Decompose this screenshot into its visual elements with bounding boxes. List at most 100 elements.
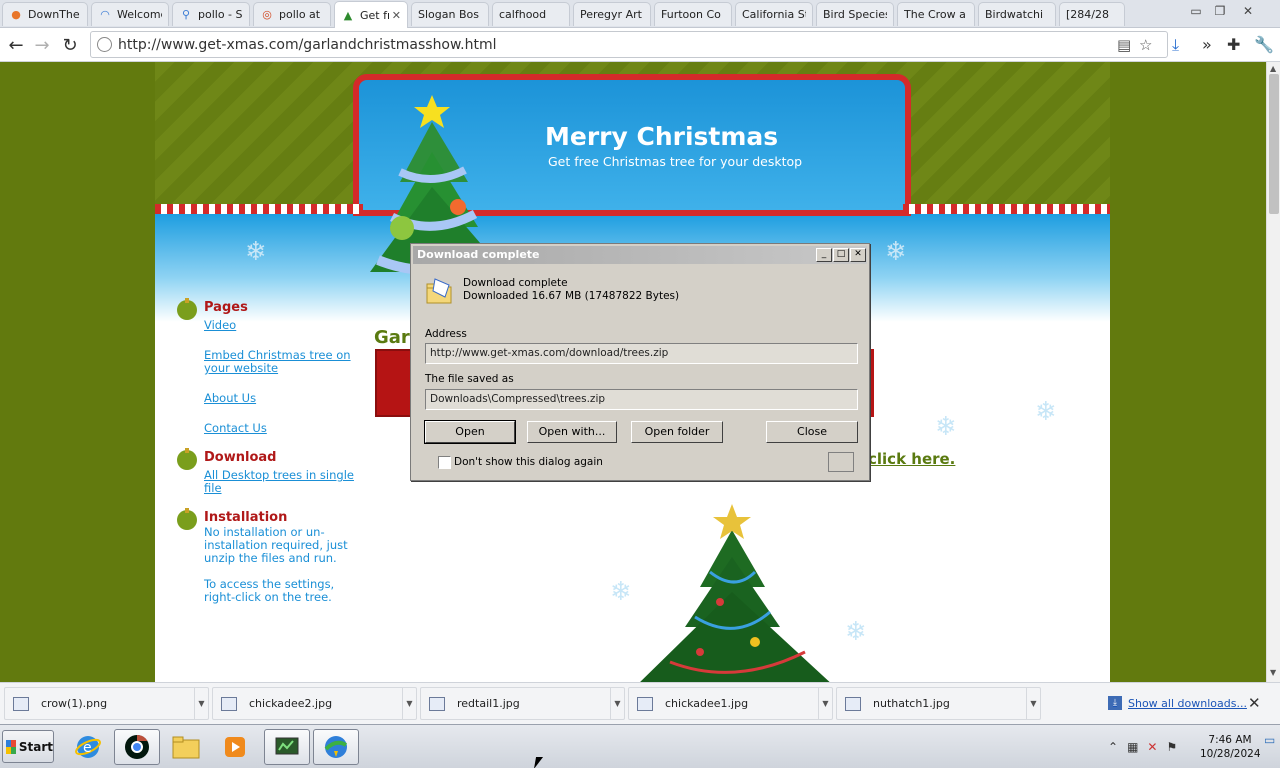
system-tray: ⌃ ▦ ✕ ⚑ xyxy=(1108,729,1186,765)
taskbar-app-monitor[interactable] xyxy=(264,729,310,765)
snowflake-icon: ❄ xyxy=(845,617,867,647)
chevron-down-icon[interactable]: ▼ xyxy=(818,688,832,719)
chevron-down-icon[interactable]: ▼ xyxy=(610,688,624,719)
installation-heading: Installation xyxy=(204,510,288,525)
monitor-app-icon xyxy=(275,737,299,755)
taskbar-download-manager[interactable] xyxy=(313,729,359,765)
click-here-link[interactable]: click here. xyxy=(868,450,955,468)
tree-icon: ▲ xyxy=(343,8,353,22)
network-icon[interactable]: ▦ xyxy=(1127,740,1138,754)
tab-welcome[interactable]: ◠Welcome xyxy=(91,2,169,26)
open-button[interactable]: Open xyxy=(424,420,516,444)
dialog-titlebar[interactable]: Download complete _ □ ✕ xyxy=(413,246,867,264)
dialog-maximize-button[interactable]: □ xyxy=(833,248,849,262)
all-trees-download-link[interactable]: All Desktop trees in single file xyxy=(204,469,359,495)
download-heading: Download xyxy=(204,450,277,465)
snowflake-icon: ❄ xyxy=(885,237,907,267)
taskbar-chrome[interactable] xyxy=(114,729,160,765)
banner-subtitle: Get free Christmas tree for your desktop xyxy=(548,154,803,169)
contact-us-link[interactable]: Contact Us xyxy=(204,422,267,435)
page-scrollbar[interactable]: ▲ ▼ xyxy=(1266,62,1280,682)
wrench-menu-icon[interactable]: 🔧 xyxy=(1254,35,1274,54)
search-icon: ⚲ xyxy=(181,8,191,21)
download-folder-icon xyxy=(426,278,452,304)
reload-button[interactable]: ↻ xyxy=(58,33,82,57)
pages-heading: Pages xyxy=(204,300,248,315)
tab-slogan[interactable]: Slogan Bos xyxy=(411,2,489,26)
snowflake-icon: ❄ xyxy=(1035,397,1057,427)
scroll-thumb[interactable] xyxy=(1269,74,1279,214)
open-with-button[interactable]: Open with... xyxy=(527,421,617,443)
download-item[interactable]: chickadee1.jpg ▼ xyxy=(628,687,833,720)
restore-window-icon[interactable]: ❐ xyxy=(1208,2,1232,20)
christmas-tree-image xyxy=(640,504,830,682)
taskbar-explorer[interactable] xyxy=(163,729,209,765)
address-bar[interactable]: http://www.get-xmas.com/garlandchristmas… xyxy=(90,31,1168,58)
dont-show-again-checkbox[interactable] xyxy=(438,456,451,469)
about-us-link[interactable]: About Us xyxy=(204,392,256,405)
dialog-corner-icon[interactable] xyxy=(828,452,854,472)
tab-downthe[interactable]: ● DownThe xyxy=(2,2,88,26)
action-center-flag-icon[interactable]: ⚑ xyxy=(1166,740,1177,754)
tab-pollo-search[interactable]: ⚲pollo - Se xyxy=(172,2,250,26)
ornament-icon xyxy=(177,448,197,470)
image-file-icon xyxy=(13,696,29,711)
reader-icon[interactable]: ▤ xyxy=(1117,36,1131,54)
scroll-down-icon[interactable]: ▼ xyxy=(1270,668,1276,677)
tab-california[interactable]: California St xyxy=(735,2,813,26)
video-link[interactable]: Video xyxy=(204,319,236,332)
tab-get-free-active[interactable]: ▲ Get fr ✕ xyxy=(334,1,408,28)
close-shelf-icon[interactable]: ✕ xyxy=(1248,694,1261,712)
extensions-puzzle-icon[interactable]: ✚ xyxy=(1227,35,1240,54)
open-folder-button[interactable]: Open folder xyxy=(631,421,723,443)
download-icon[interactable]: ⤓ xyxy=(1172,35,1179,55)
start-button[interactable]: Start xyxy=(2,730,54,763)
dialog-title: Download complete xyxy=(417,248,540,261)
dialog-close-button[interactable]: ✕ xyxy=(850,248,866,262)
system-clock[interactable]: 7:46 AM 10/28/2024 xyxy=(1200,733,1261,761)
show-all-downloads-link[interactable]: ⤓ Show all downloads... xyxy=(1108,696,1247,710)
chevron-down-icon[interactable]: ▼ xyxy=(194,688,208,719)
tab-284[interactable]: [284/28 xyxy=(1059,2,1125,26)
address-field[interactable]: http://www.get-xmas.com/download/trees.z… xyxy=(425,343,858,364)
taskbar-media-player[interactable] xyxy=(212,729,258,765)
downloads-icon: ⤓ xyxy=(1108,696,1122,710)
page-info-icon[interactable] xyxy=(97,37,112,52)
minimize-window-icon[interactable]: ▭ xyxy=(1184,2,1208,20)
embed-tree-link[interactable]: Embed Christmas tree on your website xyxy=(204,349,359,375)
tab-calfhood[interactable]: calfhood xyxy=(492,2,570,26)
download-item[interactable]: redtail1.jpg ▼ xyxy=(420,687,625,720)
back-button[interactable]: ← xyxy=(4,33,28,57)
tab-bird-species[interactable]: Bird Species xyxy=(816,2,894,26)
scroll-up-icon[interactable]: ▲ xyxy=(1270,64,1276,73)
windows-logo-icon xyxy=(6,739,16,754)
volume-muted-icon[interactable]: ✕ xyxy=(1147,740,1157,754)
download-complete-dialog: Download complete _ □ ✕ Download complet… xyxy=(410,243,870,481)
saved-as-field[interactable]: Downloads\Compressed\trees.zip xyxy=(425,389,858,410)
taskbar: Start e ⌃ ▦ ✕ ⚑ 7:46 AM 10/28/2024 ▭ xyxy=(0,724,1280,768)
bookmark-star-icon[interactable]: ☆ xyxy=(1139,36,1152,54)
close-window-icon[interactable]: ✕ xyxy=(1236,2,1260,20)
tab-furtoon[interactable]: Furtoon Co xyxy=(654,2,732,26)
chevron-down-icon[interactable]: ▼ xyxy=(1026,688,1040,719)
chevron-down-icon[interactable]: ▼ xyxy=(402,688,416,719)
dialog-minimize-button[interactable]: _ xyxy=(816,248,832,262)
tab-peregyr[interactable]: Peregyr Art xyxy=(573,2,651,26)
tab-the-crow[interactable]: The Crow a xyxy=(897,2,975,26)
tab-pollo-at[interactable]: ◎pollo at D xyxy=(253,2,331,26)
download-manager-icon xyxy=(324,736,348,758)
tray-expand-icon[interactable]: ⌃ xyxy=(1108,740,1118,754)
show-desktop-icon[interactable]: ▭ xyxy=(1264,733,1275,747)
tab-birdwatching[interactable]: Birdwatchi xyxy=(978,2,1056,26)
download-status-text: Download complete xyxy=(463,277,568,289)
close-tab-icon[interactable]: ✕ xyxy=(392,9,401,22)
overflow-chevron-icon[interactable]: » xyxy=(1202,35,1212,54)
taskbar-internet-explorer[interactable]: e xyxy=(65,729,111,765)
forward-button[interactable]: → xyxy=(30,33,54,57)
image-file-icon xyxy=(221,696,237,711)
download-item[interactable]: crow(1).png ▼ xyxy=(4,687,209,720)
download-item[interactable]: nuthatch1.jpg ▼ xyxy=(836,687,1041,720)
media-player-icon xyxy=(225,737,245,757)
close-button[interactable]: Close xyxy=(766,421,858,443)
download-item[interactable]: chickadee2.jpg ▼ xyxy=(212,687,417,720)
